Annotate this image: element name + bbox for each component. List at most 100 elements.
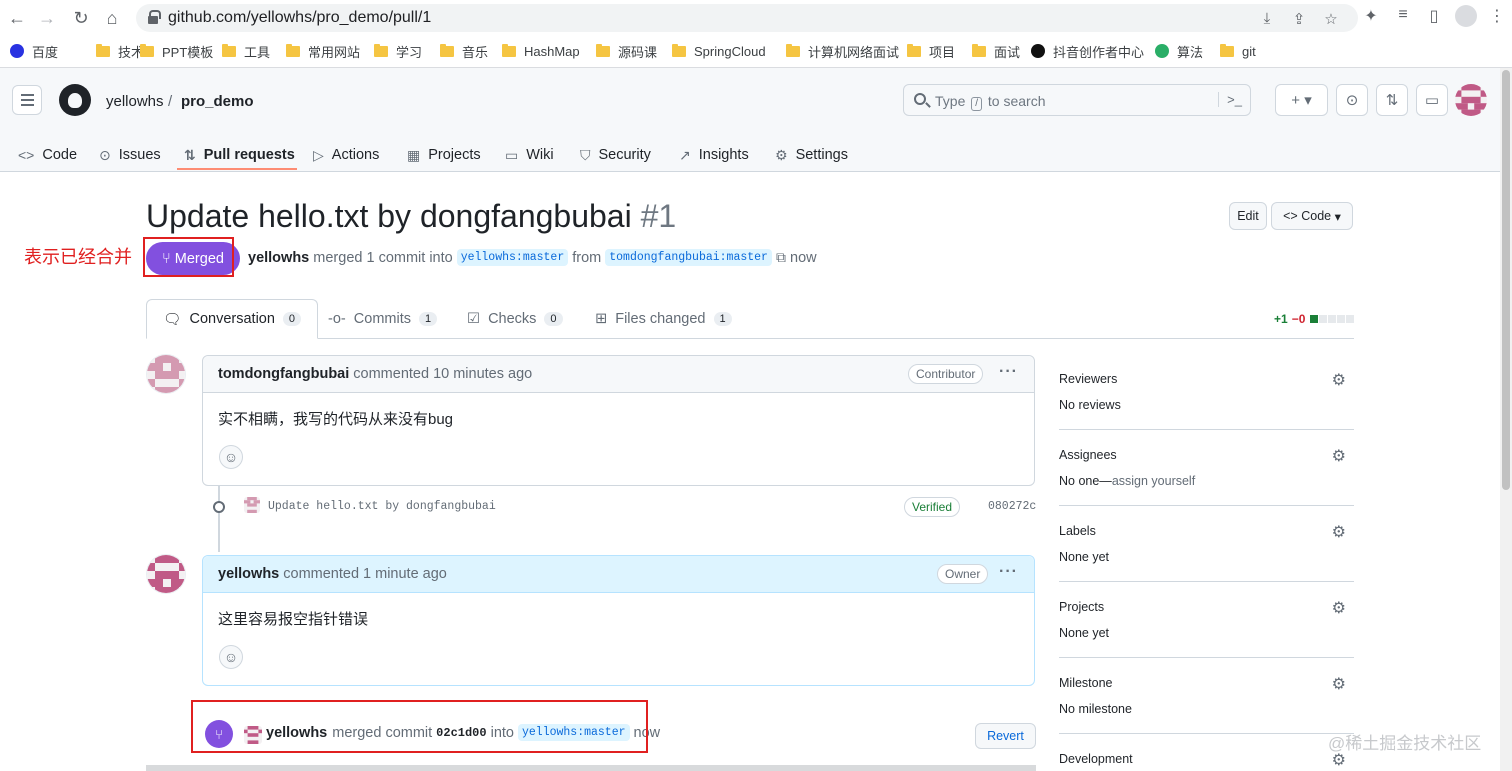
bookmark-label: 百度 (32, 44, 59, 60)
user-avatar[interactable] (1455, 84, 1487, 116)
pr-author-link[interactable]: yellowhs (248, 250, 309, 266)
bookmark-item[interactable]: 源码课 (596, 41, 657, 61)
github-logo-icon[interactable] (59, 84, 91, 116)
bookmark-label: SpringCloud (694, 43, 766, 59)
bookmark-item[interactable]: 学习 (374, 41, 422, 61)
command-palette-icon[interactable]: >_ (1218, 92, 1242, 107)
breadcrumb-owner[interactable]: yellowhs (106, 93, 164, 110)
gear-icon[interactable]: ⚙ (1332, 598, 1346, 618)
role-badge: Owner (937, 564, 989, 584)
gear-icon[interactable]: ⚙ (1332, 370, 1346, 390)
bookmark-item[interactable]: 工具 (222, 41, 270, 61)
revert-button[interactable]: Revert (975, 723, 1036, 749)
search-input[interactable]: Type / to search >_ (903, 84, 1251, 116)
bookmark-item[interactable]: 百度 (10, 41, 58, 61)
sidebar-value: None yet (1059, 550, 1110, 564)
commit-message[interactable]: Update hello.txt by dongfangbubai (268, 500, 496, 513)
avatar[interactable] (244, 497, 260, 513)
star-icon[interactable]: ☆ (1322, 10, 1340, 28)
hamburger-menu-button[interactable] (12, 85, 42, 115)
extensions-icon[interactable]: ✦ (1360, 6, 1382, 28)
tab-commits[interactable]: -o- Commits 1 (328, 299, 438, 339)
gear-icon[interactable]: ⚙ (1332, 674, 1346, 694)
edit-button[interactable]: Edit (1229, 202, 1267, 230)
gear-icon[interactable]: ⚙ (1332, 522, 1346, 542)
folder-icon (440, 43, 454, 57)
folder-icon (907, 43, 921, 57)
tab-wiki[interactable]: ▭ Wiki (505, 140, 554, 170)
bookmark-item[interactable]: 计算机网络面试 (786, 41, 899, 61)
bookmark-item[interactable]: 算法 (1155, 41, 1203, 61)
kebab-menu-icon[interactable]: ··· (999, 563, 1018, 581)
forward-icon[interactable]: → (34, 5, 60, 31)
comment-author[interactable]: yellowhs (218, 566, 279, 582)
folder-icon (596, 43, 610, 57)
base-branch[interactable]: yellowhs:master (456, 249, 569, 266)
tab-checks[interactable]: ☑ Checks 0 (467, 299, 563, 339)
emoji-reaction-icon[interactable]: ☺ (219, 645, 243, 669)
install-icon[interactable]: ⤓ (1258, 10, 1276, 28)
comment-meta[interactable]: commented 1 minute ago (283, 566, 447, 582)
home-icon[interactable]: ⌂ (99, 5, 125, 31)
scrollbar-thumb[interactable] (1502, 70, 1510, 490)
profile-icon[interactable] (1455, 5, 1477, 27)
head-branch[interactable]: tomdongfangbubai:master (605, 249, 772, 266)
kebab-menu-icon[interactable]: ··· (999, 363, 1018, 381)
code-dropdown-button[interactable]: <> Code ▾ (1271, 202, 1353, 230)
bookmark-item[interactable]: git (1220, 41, 1256, 61)
verified-badge[interactable]: Verified (904, 497, 961, 517)
folder-icon (286, 43, 300, 57)
comment-card: yellowhs commented 1 minute ago Owner ···… (202, 555, 1035, 686)
inbox-icon[interactable]: ▭ (1416, 84, 1448, 116)
tab-insights[interactable]: ↗ Insights (679, 140, 749, 170)
share-icon[interactable]: ⇪ (1290, 10, 1308, 28)
tab-label: Projects (428, 147, 481, 163)
assign-yourself-link[interactable]: assign yourself (1112, 474, 1195, 488)
avatar[interactable] (146, 354, 186, 394)
url-text: github.com/yellowhs/pro_demo/pull/1 (168, 9, 432, 26)
tab-security[interactable]: ⛉ Security (580, 140, 651, 170)
bookmark-item[interactable]: 技术 (96, 41, 144, 61)
commit-sha[interactable]: 080272c (988, 500, 1036, 513)
bookmark-item[interactable]: 常用网站 (286, 41, 360, 61)
avatar[interactable] (146, 554, 186, 594)
copy-icon[interactable]: ⧉ (776, 249, 786, 266)
tab-files-changed[interactable]: ⊞ Files changed 1 (595, 299, 732, 339)
tab-actions[interactable]: ▷ Actions (313, 140, 379, 170)
pull-requests-icon[interactable]: ⇅ (1376, 84, 1408, 116)
emoji-reaction-icon[interactable]: ☺ (219, 445, 243, 469)
menu-kebab-icon[interactable]: ⋮ (1486, 6, 1508, 28)
create-new-button[interactable]: + ▾ (1275, 84, 1328, 116)
tab-active-underline (177, 168, 297, 170)
tab-label: Insights (698, 147, 749, 163)
bookmark-item[interactable]: 项目 (907, 41, 955, 61)
tab-settings[interactable]: ⚙ Settings (775, 140, 848, 170)
gear-icon[interactable]: ⚙ (1332, 446, 1346, 466)
folder-icon (672, 43, 686, 57)
issues-icon[interactable]: ⊙ (1336, 84, 1368, 116)
tab-projects[interactable]: ▦ Projects (407, 140, 481, 170)
sidepanel-icon[interactable]: ▯ (1423, 6, 1445, 28)
bookmark-label: 常用网站 (308, 44, 361, 60)
bookmark-item[interactable]: 音乐 (440, 41, 488, 61)
reload-icon[interactable]: ↻ (68, 5, 94, 31)
bookmark-item[interactable]: 抖音创作者中心 (1031, 41, 1144, 61)
tab-issues[interactable]: ⊙ Issues (99, 140, 161, 170)
sidebar-value: No reviews (1059, 398, 1121, 412)
tab-pull-requests[interactable]: ⇅ Pull requests (184, 140, 295, 170)
tab-conversation[interactable]: 🗨 Conversation 0 (146, 299, 319, 339)
comment-author[interactable]: tomdongfangbubai (218, 366, 349, 382)
tab-code[interactable]: <> Code (18, 140, 77, 170)
issues-icon: ⊙ (99, 146, 111, 163)
bookmark-item[interactable]: HashMap (502, 41, 580, 61)
comment-meta[interactable]: commented 10 minutes ago (353, 366, 532, 382)
bookmark-item[interactable]: PPT模板 (140, 41, 213, 61)
address-bar[interactable]: github.com/yellowhs/pro_demo/pull/1 ⤓ ⇪ … (136, 4, 1358, 32)
reading-list-icon[interactable]: ≡ (1392, 6, 1414, 28)
bookmark-item[interactable]: 面试 (972, 41, 1020, 61)
back-icon[interactable]: ← (4, 5, 30, 31)
sidebar-heading: Development (1059, 752, 1133, 766)
folder-icon (1220, 43, 1234, 57)
breadcrumb-repo[interactable]: pro_demo (181, 93, 254, 110)
bookmark-item[interactable]: SpringCloud (672, 41, 766, 61)
